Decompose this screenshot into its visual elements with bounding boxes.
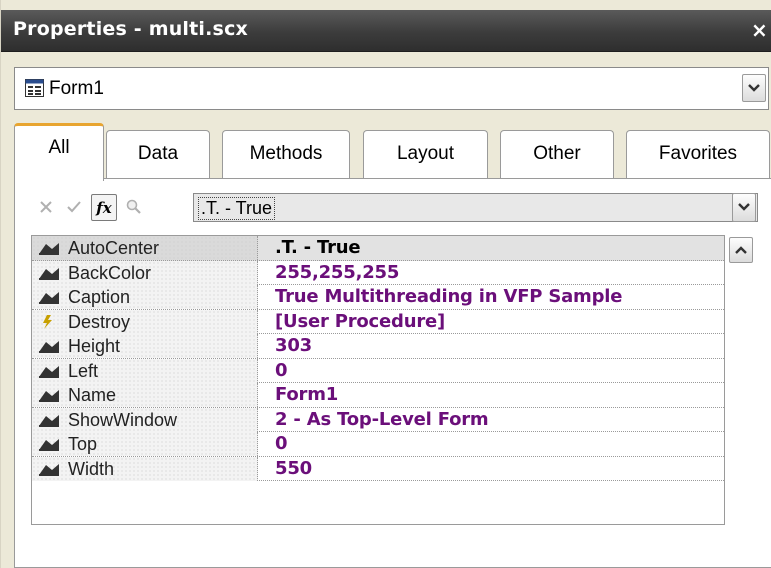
property-name: Caption <box>68 287 131 307</box>
properties-window: Properties - multi.scx × Form1 All Data … <box>0 0 771 568</box>
property-icon <box>39 341 59 353</box>
x-icon <box>40 201 52 213</box>
property-icon <box>39 414 59 427</box>
object-selector-value: Form1 <box>49 78 104 99</box>
property-value[interactable]: True Multithreading in VFP Sample <box>275 286 622 307</box>
property-value[interactable]: 255,255,255 <box>275 262 399 283</box>
property-row-height[interactable]: Height 303 <box>32 334 724 359</box>
chevron-down-icon <box>738 203 750 211</box>
tab-all[interactable]: All <box>14 123 104 181</box>
property-icon <box>39 365 59 378</box>
properties-panel: fx .T. - True AutoCenter .T. - True Back… <box>14 178 771 568</box>
property-value[interactable]: [User Procedure] <box>275 311 445 332</box>
tab-other[interactable]: Other <box>500 130 614 178</box>
accept-button[interactable] <box>61 192 87 222</box>
property-icon <box>39 439 59 451</box>
property-value[interactable]: 0 <box>275 433 288 454</box>
property-row-left[interactable]: Left 0 <box>32 358 724 383</box>
property-icon <box>39 292 59 304</box>
property-icon <box>39 243 59 255</box>
property-row-autocenter[interactable]: AutoCenter .T. - True <box>32 236 724 261</box>
tab-layout[interactable]: Layout <box>363 130 488 178</box>
zoom-button[interactable] <box>121 192 147 222</box>
tab-favorites[interactable]: Favorites <box>626 130 770 178</box>
object-selector[interactable]: Form1 <box>14 67 769 110</box>
chevron-down-icon <box>748 84 760 92</box>
scroll-up-button[interactable] <box>729 237 753 263</box>
property-value[interactable]: Form1 <box>275 384 338 405</box>
property-name: Left <box>68 360 99 381</box>
cancel-button[interactable] <box>33 192 59 222</box>
title-bar[interactable]: Properties - multi.scx × <box>1 10 771 52</box>
property-name: Destroy <box>68 311 131 332</box>
property-name: Name <box>68 385 117 405</box>
expression-builder-button[interactable]: fx <box>91 194 117 221</box>
property-row-name[interactable]: Name Form1 <box>32 383 724 408</box>
property-row-width[interactable]: Width 550 <box>32 456 724 481</box>
property-icon <box>39 267 59 280</box>
property-name: ShowWindow <box>68 409 178 430</box>
property-row-showwindow[interactable]: ShowWindow 2 - As Top-Level Form <box>32 407 724 432</box>
property-value-box[interactable]: .T. - True <box>193 193 758 222</box>
method-icon <box>43 314 52 329</box>
zoom-icon <box>126 199 141 214</box>
tab-data[interactable]: Data <box>106 130 210 178</box>
property-value[interactable]: 303 <box>275 335 312 356</box>
property-value[interactable]: 2 - As Top-Level Form <box>275 409 489 430</box>
property-value[interactable]: 550 <box>275 458 312 479</box>
property-row-destroy[interactable]: Destroy [User Procedure] <box>32 309 724 334</box>
object-dropdown-button[interactable] <box>742 74 766 102</box>
property-name: AutoCenter <box>68 238 160 258</box>
property-icon <box>39 390 59 402</box>
property-name: Width <box>68 458 115 479</box>
property-value[interactable]: .T. - True <box>275 237 361 258</box>
window-title: Properties - multi.scx <box>13 18 248 40</box>
close-button[interactable]: × <box>751 16 771 44</box>
property-row-top[interactable]: Top 0 <box>32 432 724 457</box>
property-name: Top <box>68 434 98 454</box>
property-row-caption[interactable]: Caption True Multithreading in VFP Sampl… <box>32 285 724 310</box>
property-name: BackColor <box>68 262 152 283</box>
check-icon <box>67 201 81 213</box>
form-icon <box>25 79 44 97</box>
chevron-up-icon <box>735 246 747 254</box>
property-name: Height <box>68 336 121 356</box>
value-dropdown-button[interactable] <box>732 193 756 222</box>
tab-methods[interactable]: Methods <box>222 130 350 178</box>
property-grid: AutoCenter .T. - True BackColor 255,255,… <box>31 235 725 525</box>
tab-strip: All Data Methods Layout Other Favorites <box>14 120 771 181</box>
property-value-text[interactable]: .T. - True <box>198 197 276 220</box>
property-row-backcolor[interactable]: BackColor 255,255,255 <box>32 260 724 285</box>
property-value[interactable]: 0 <box>275 360 288 381</box>
property-icon <box>39 463 59 476</box>
